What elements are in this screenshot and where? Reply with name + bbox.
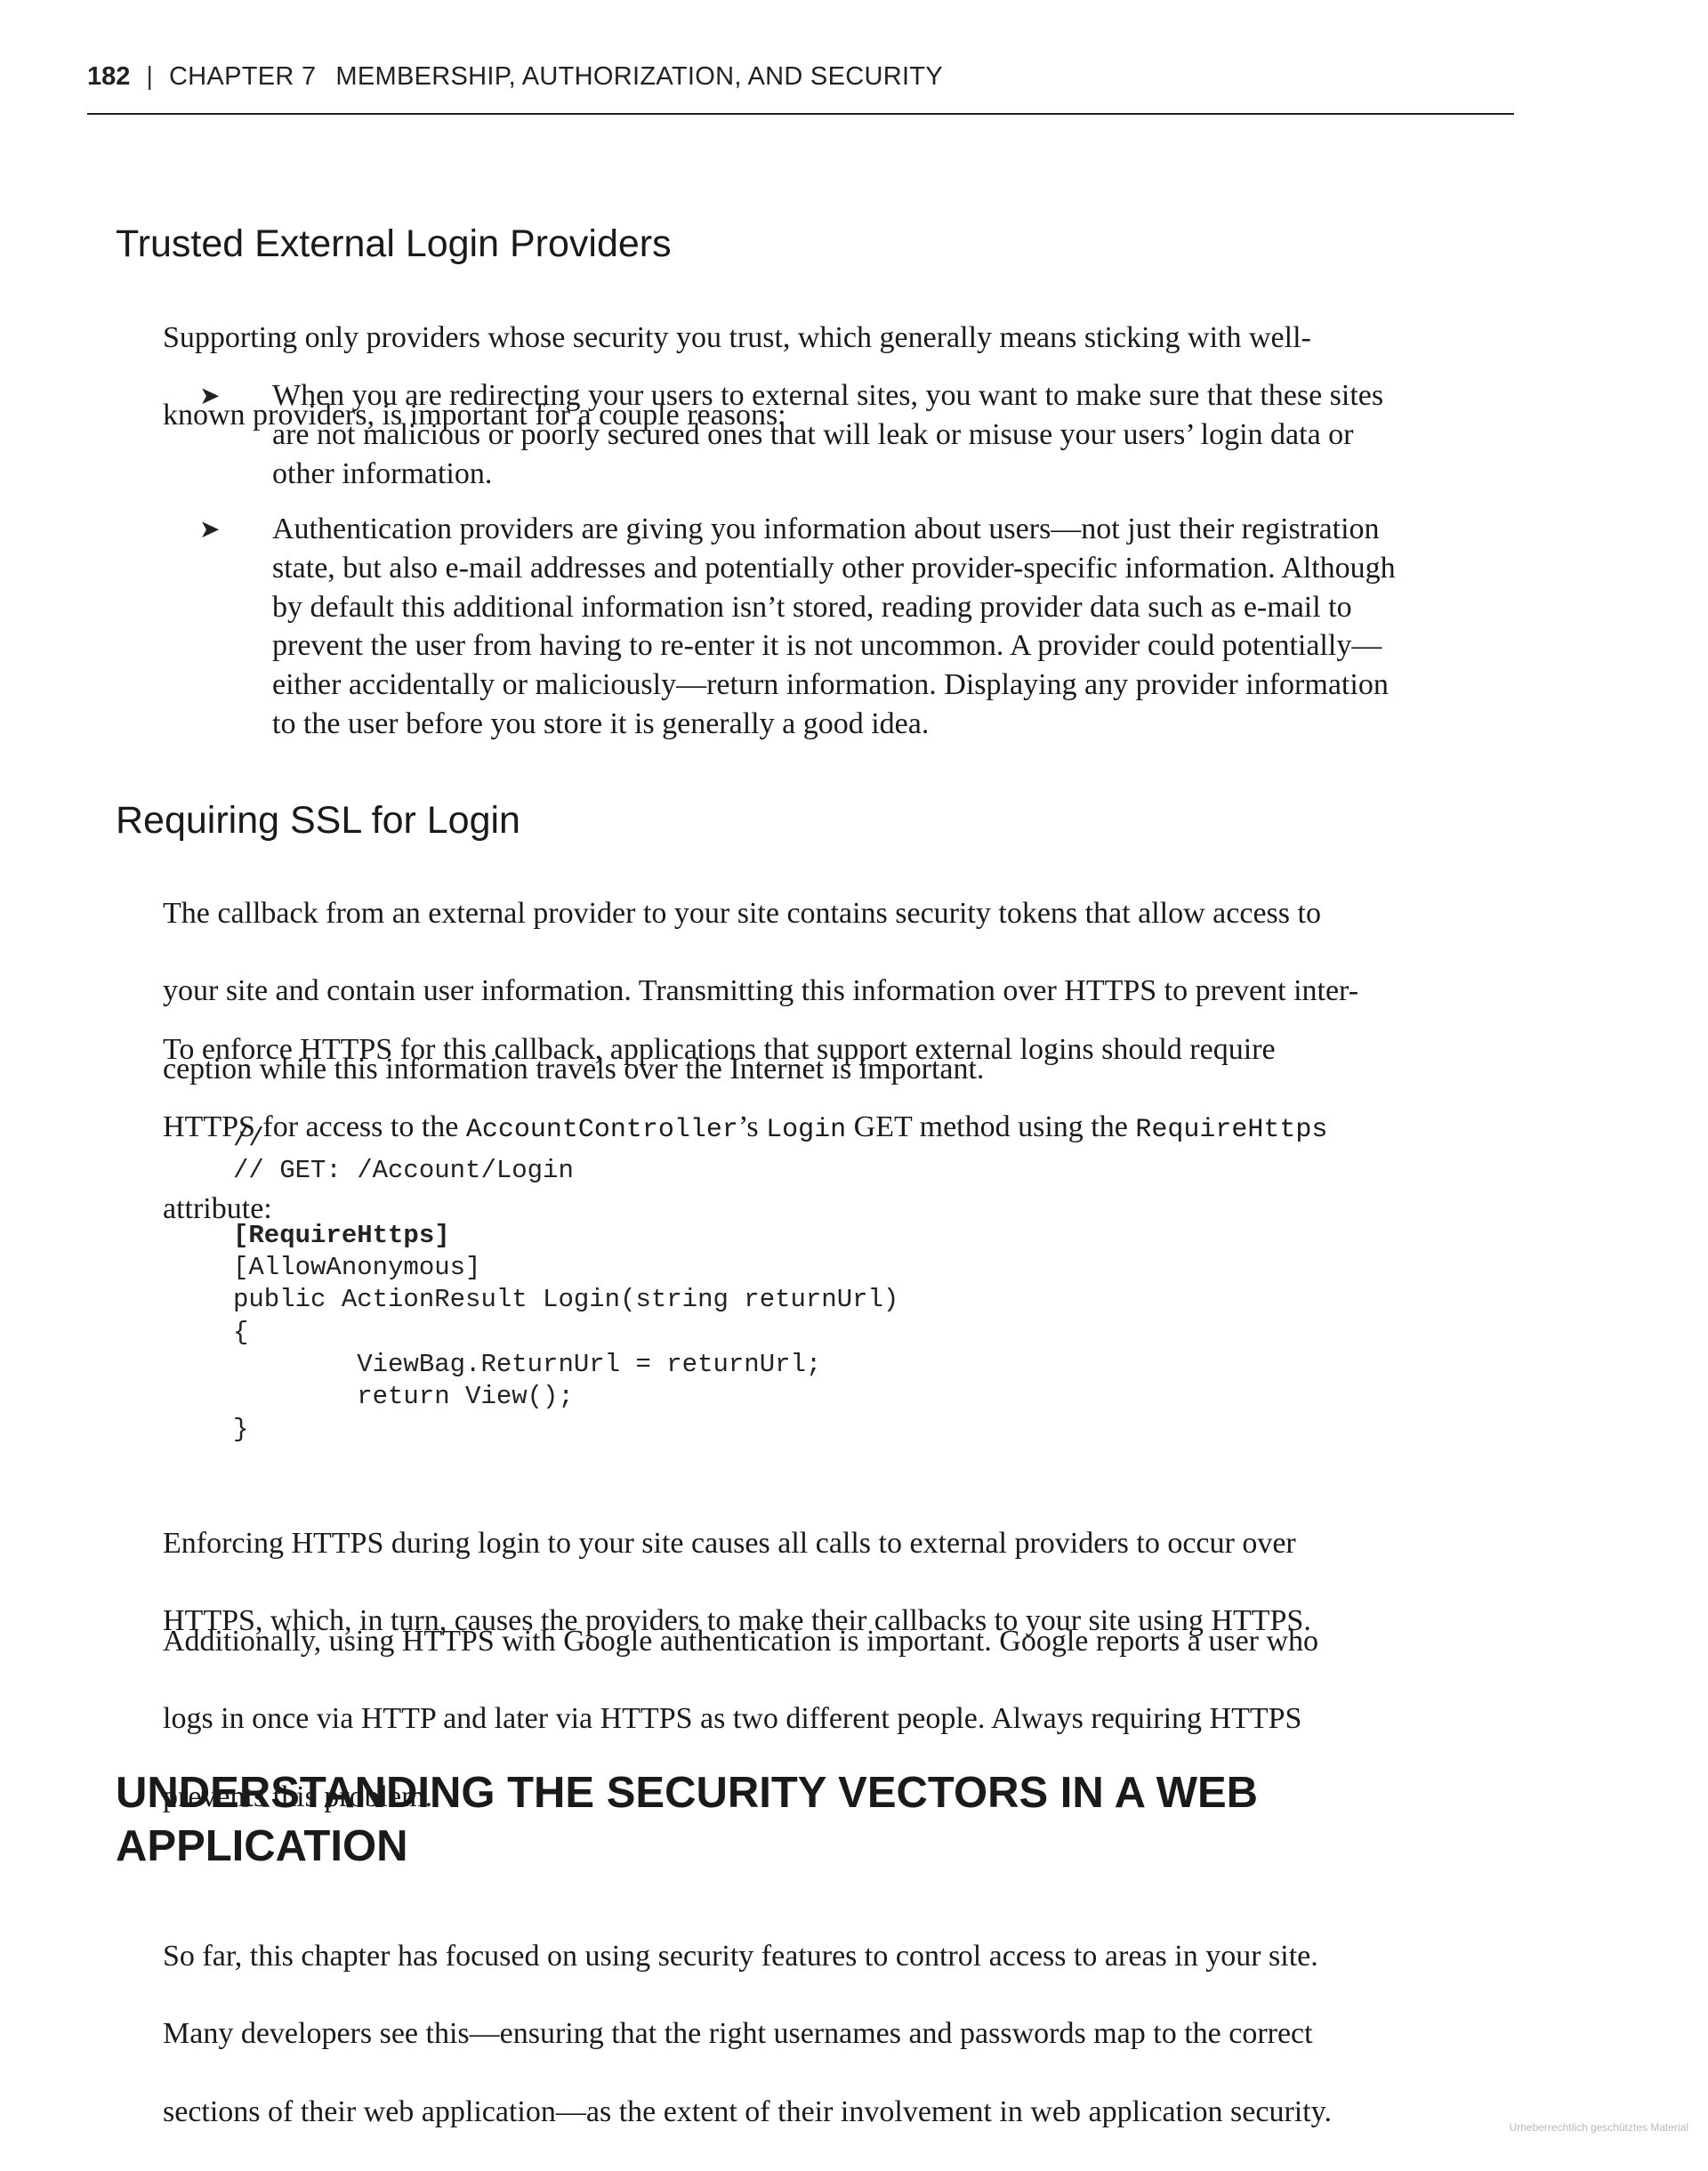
page-number: 182 bbox=[87, 62, 131, 91]
text-line: prevent the user from having to re-enter… bbox=[272, 629, 1382, 663]
header-rule bbox=[87, 113, 1514, 115]
text-line: So far, this chapter has focused on usin… bbox=[163, 1939, 1318, 1973]
text-line: To enforce HTTPS for this callback, appl… bbox=[163, 1032, 1276, 1066]
bullet-text: Authentication providers are giving you … bbox=[272, 510, 1396, 744]
text-line: are not malicious or poorly secured ones… bbox=[272, 417, 1354, 451]
arrow-bullet-icon: ➤ bbox=[199, 514, 221, 544]
arrow-bullet-icon: ➤ bbox=[199, 381, 221, 410]
code-line: // bbox=[233, 1124, 264, 1153]
chapter-title: MEMBERSHIP, AUTHORIZATION, AND SECURITY bbox=[335, 62, 943, 91]
code-line: } bbox=[233, 1414, 249, 1444]
bullet-text: When you are redirecting your users to e… bbox=[272, 376, 1383, 493]
code-listing-login: // // GET: /Account/Login [RequireHttps] [A… bbox=[233, 1123, 898, 1446]
text-line: to the user before you store it is gener… bbox=[272, 706, 930, 740]
copyright-watermark: Urheberrechtlich geschütztes Material bbox=[1509, 2121, 1688, 2134]
text-line: The callback from an external provider t… bbox=[163, 896, 1321, 930]
chapter-label: CHAPTER 7 bbox=[168, 62, 317, 91]
heading-trusted-providers: Trusted External Login Providers bbox=[116, 222, 672, 265]
code-line: { bbox=[233, 1317, 249, 1347]
heading-requiring-ssl: Requiring SSL for Login bbox=[116, 799, 520, 842]
text-line: Authentication providers are giving you … bbox=[272, 512, 1380, 545]
code-line: public ActionResult Login(string returnU… bbox=[233, 1285, 899, 1315]
text-line: sections of their web application—as the… bbox=[163, 2094, 1332, 2128]
paragraph-vectors-intro: So far, this chapter has focused on usin… bbox=[163, 1898, 1515, 2171]
inline-code-requirehttps: RequireHttps bbox=[1135, 1115, 1328, 1146]
text-line: Many developers see this—ensuring that t… bbox=[163, 2017, 1313, 2051]
heading-line: UNDERSTANDING THE SECURITY VECTORS IN A … bbox=[116, 1769, 1259, 1817]
text-line: Additionally, using HTTPS with Google au… bbox=[163, 1624, 1319, 1658]
text-line: When you are redirecting your users to e… bbox=[272, 379, 1384, 412]
running-head: 182 | CHAPTER 7 MEMBERSHIP, AUTHORIZATION, … bbox=[87, 57, 1514, 96]
code-line: [AllowAnonymous] bbox=[233, 1253, 481, 1283]
text-line: state, but also e-mail addresses and pot… bbox=[272, 551, 1396, 585]
code-line: ViewBag.ReturnUrl = returnUrl; bbox=[233, 1350, 822, 1380]
text-line: logs in once via HTTP and later via HTTP… bbox=[163, 1702, 1302, 1736]
code-line: return View(); bbox=[233, 1382, 574, 1412]
text-line: Supporting only providers whose security… bbox=[163, 320, 1311, 354]
text-line: Enforcing HTTPS during login to your sit… bbox=[163, 1526, 1296, 1560]
heading-line: APPLICATION bbox=[116, 1822, 408, 1870]
text-line: other information. bbox=[272, 456, 493, 490]
running-head-separator: | bbox=[146, 62, 153, 91]
code-line-attribute-requirehttps: [RequireHttps] bbox=[233, 1220, 450, 1250]
heading-security-vectors: UNDERSTANDING THE SECURITY VECTORS IN A … bbox=[116, 1766, 1450, 1873]
code-line: // GET: /Account/Login bbox=[233, 1156, 574, 1186]
text-line: either accidentally or maliciously—retur… bbox=[272, 668, 1389, 702]
text-line: by default this additional information i… bbox=[272, 590, 1352, 624]
